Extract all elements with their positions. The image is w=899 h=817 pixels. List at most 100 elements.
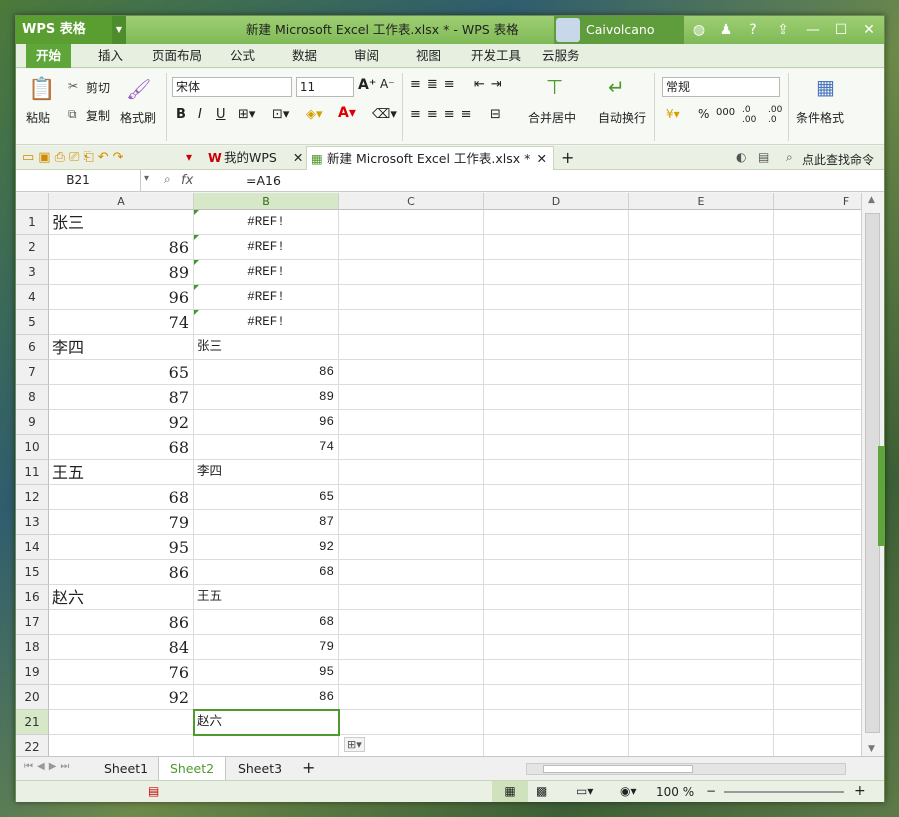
column-header-f[interactable]: F (774, 193, 861, 210)
cell[interactable] (49, 735, 194, 756)
autofill-options-icon[interactable]: ⊞▾ (344, 737, 365, 752)
cell[interactable] (629, 235, 774, 260)
skin-icon[interactable]: ♟ (711, 16, 741, 44)
cell[interactable] (339, 360, 484, 385)
cell[interactable] (774, 210, 861, 235)
cell[interactable] (629, 510, 774, 535)
cell[interactable]: 86 (49, 610, 194, 635)
cell[interactable] (629, 585, 774, 610)
cell[interactable] (484, 210, 629, 235)
tab-cloud[interactable]: 云服务 (542, 44, 580, 68)
cell[interactable]: 74 (194, 435, 339, 460)
cell[interactable]: #REF! (194, 235, 339, 260)
cell[interactable] (774, 660, 861, 685)
cell[interactable] (774, 560, 861, 585)
cell[interactable] (339, 335, 484, 360)
cell[interactable]: 68 (194, 560, 339, 585)
share-icon[interactable]: ⇪ (768, 16, 798, 44)
tab-formula[interactable]: 公式 (230, 44, 255, 68)
zoom-icon[interactable]: ⌕ (164, 172, 171, 187)
percent-button[interactable]: % (698, 107, 709, 121)
cell[interactable]: 92 (49, 685, 194, 710)
user-account[interactable]: Caivolcano (554, 16, 684, 44)
tab-data[interactable]: 数据 (292, 44, 317, 68)
macro-icon[interactable]: ▤ (148, 784, 159, 798)
cell[interactable]: 68 (49, 435, 194, 460)
cell[interactable]: 张三 (49, 210, 194, 235)
cell[interactable] (339, 410, 484, 435)
indent-icons[interactable]: ⇤⇥ (474, 77, 508, 92)
cell[interactable] (484, 385, 629, 410)
cell[interactable] (339, 310, 484, 335)
maximize-button[interactable]: ☐ (826, 16, 856, 44)
cell[interactable] (339, 435, 484, 460)
cell[interactable] (194, 735, 339, 756)
cell[interactable] (484, 260, 629, 285)
row-header[interactable]: 16 (16, 585, 49, 610)
cell[interactable]: 王五 (194, 585, 339, 610)
cell[interactable] (484, 360, 629, 385)
cell[interactable]: 65 (194, 485, 339, 510)
cell[interactable] (484, 310, 629, 335)
close-button[interactable]: ✕ (854, 16, 884, 44)
sheet-tab-2[interactable]: Sheet2 (158, 757, 226, 780)
cell[interactable] (774, 410, 861, 435)
font-name-select[interactable]: 宋体 (172, 77, 292, 97)
cell[interactable] (629, 385, 774, 410)
copy-button[interactable]: 复制 (86, 107, 110, 124)
help-icon[interactable]: ? (738, 16, 768, 44)
cell[interactable] (484, 435, 629, 460)
cell[interactable] (484, 285, 629, 310)
row-header[interactable]: 1 (16, 210, 49, 235)
font-color-icon[interactable]: A▾ (338, 105, 356, 121)
cell[interactable]: #REF! (194, 210, 339, 235)
cell[interactable] (339, 585, 484, 610)
row-header[interactable]: 21 (16, 710, 49, 735)
tab-document[interactable]: ▦ 新建 Microsoft Excel 工作表.xlsx * ✕ (306, 146, 554, 170)
app-menu-button[interactable]: WPS 表格 ▼ (16, 16, 126, 44)
row-header[interactable]: 3 (16, 260, 49, 285)
cell[interactable]: 王五 (49, 460, 194, 485)
cell[interactable] (484, 460, 629, 485)
cell[interactable] (339, 660, 484, 685)
cell[interactable] (774, 510, 861, 535)
cell[interactable] (774, 385, 861, 410)
cell[interactable] (484, 710, 629, 735)
cell[interactable] (484, 685, 629, 710)
row-header[interactable]: 14 (16, 535, 49, 560)
sheet-tab-1[interactable]: Sheet1 (94, 757, 158, 780)
cell[interactable] (339, 710, 484, 735)
zoom-in-icon[interactable]: + (854, 783, 866, 799)
cell[interactable] (484, 635, 629, 660)
cell[interactable]: 84 (49, 635, 194, 660)
fill-color-icon[interactable]: ◈▾ (306, 107, 323, 122)
cell[interactable] (774, 310, 861, 335)
conditional-format-icon[interactable]: ▦ (816, 75, 835, 99)
wrap-text-icon[interactable]: ↵ (608, 75, 625, 99)
cell[interactable]: 95 (194, 660, 339, 685)
cell[interactable]: 87 (49, 385, 194, 410)
cell[interactable]: 86 (49, 560, 194, 585)
cell[interactable] (629, 360, 774, 385)
merge-border-icon[interactable]: ⊡▾ (272, 107, 289, 122)
cell[interactable] (774, 635, 861, 660)
cell[interactable] (774, 360, 861, 385)
italic-icon[interactable]: I (198, 107, 202, 122)
cell[interactable] (484, 235, 629, 260)
close-icon[interactable]: ✕ (293, 150, 303, 165)
brush-icon[interactable]: 🖌 (126, 77, 151, 101)
cell[interactable] (339, 385, 484, 410)
name-box[interactable]: B21 (16, 170, 141, 191)
function-icon[interactable]: fx (181, 170, 193, 191)
column-header-a[interactable]: A (49, 193, 194, 210)
horizontal-scrollbar[interactable] (526, 763, 846, 775)
cell[interactable] (629, 485, 774, 510)
cell[interactable] (339, 260, 484, 285)
cell[interactable] (484, 610, 629, 635)
cell[interactable] (484, 560, 629, 585)
tab-page-layout[interactable]: 页面布局 (152, 44, 202, 68)
cell[interactable] (339, 535, 484, 560)
tab-review[interactable]: 审阅 (354, 44, 379, 68)
scroll-thumb[interactable] (543, 765, 693, 773)
align-left-icons[interactable]: ≡≡≡≡ (410, 107, 478, 122)
